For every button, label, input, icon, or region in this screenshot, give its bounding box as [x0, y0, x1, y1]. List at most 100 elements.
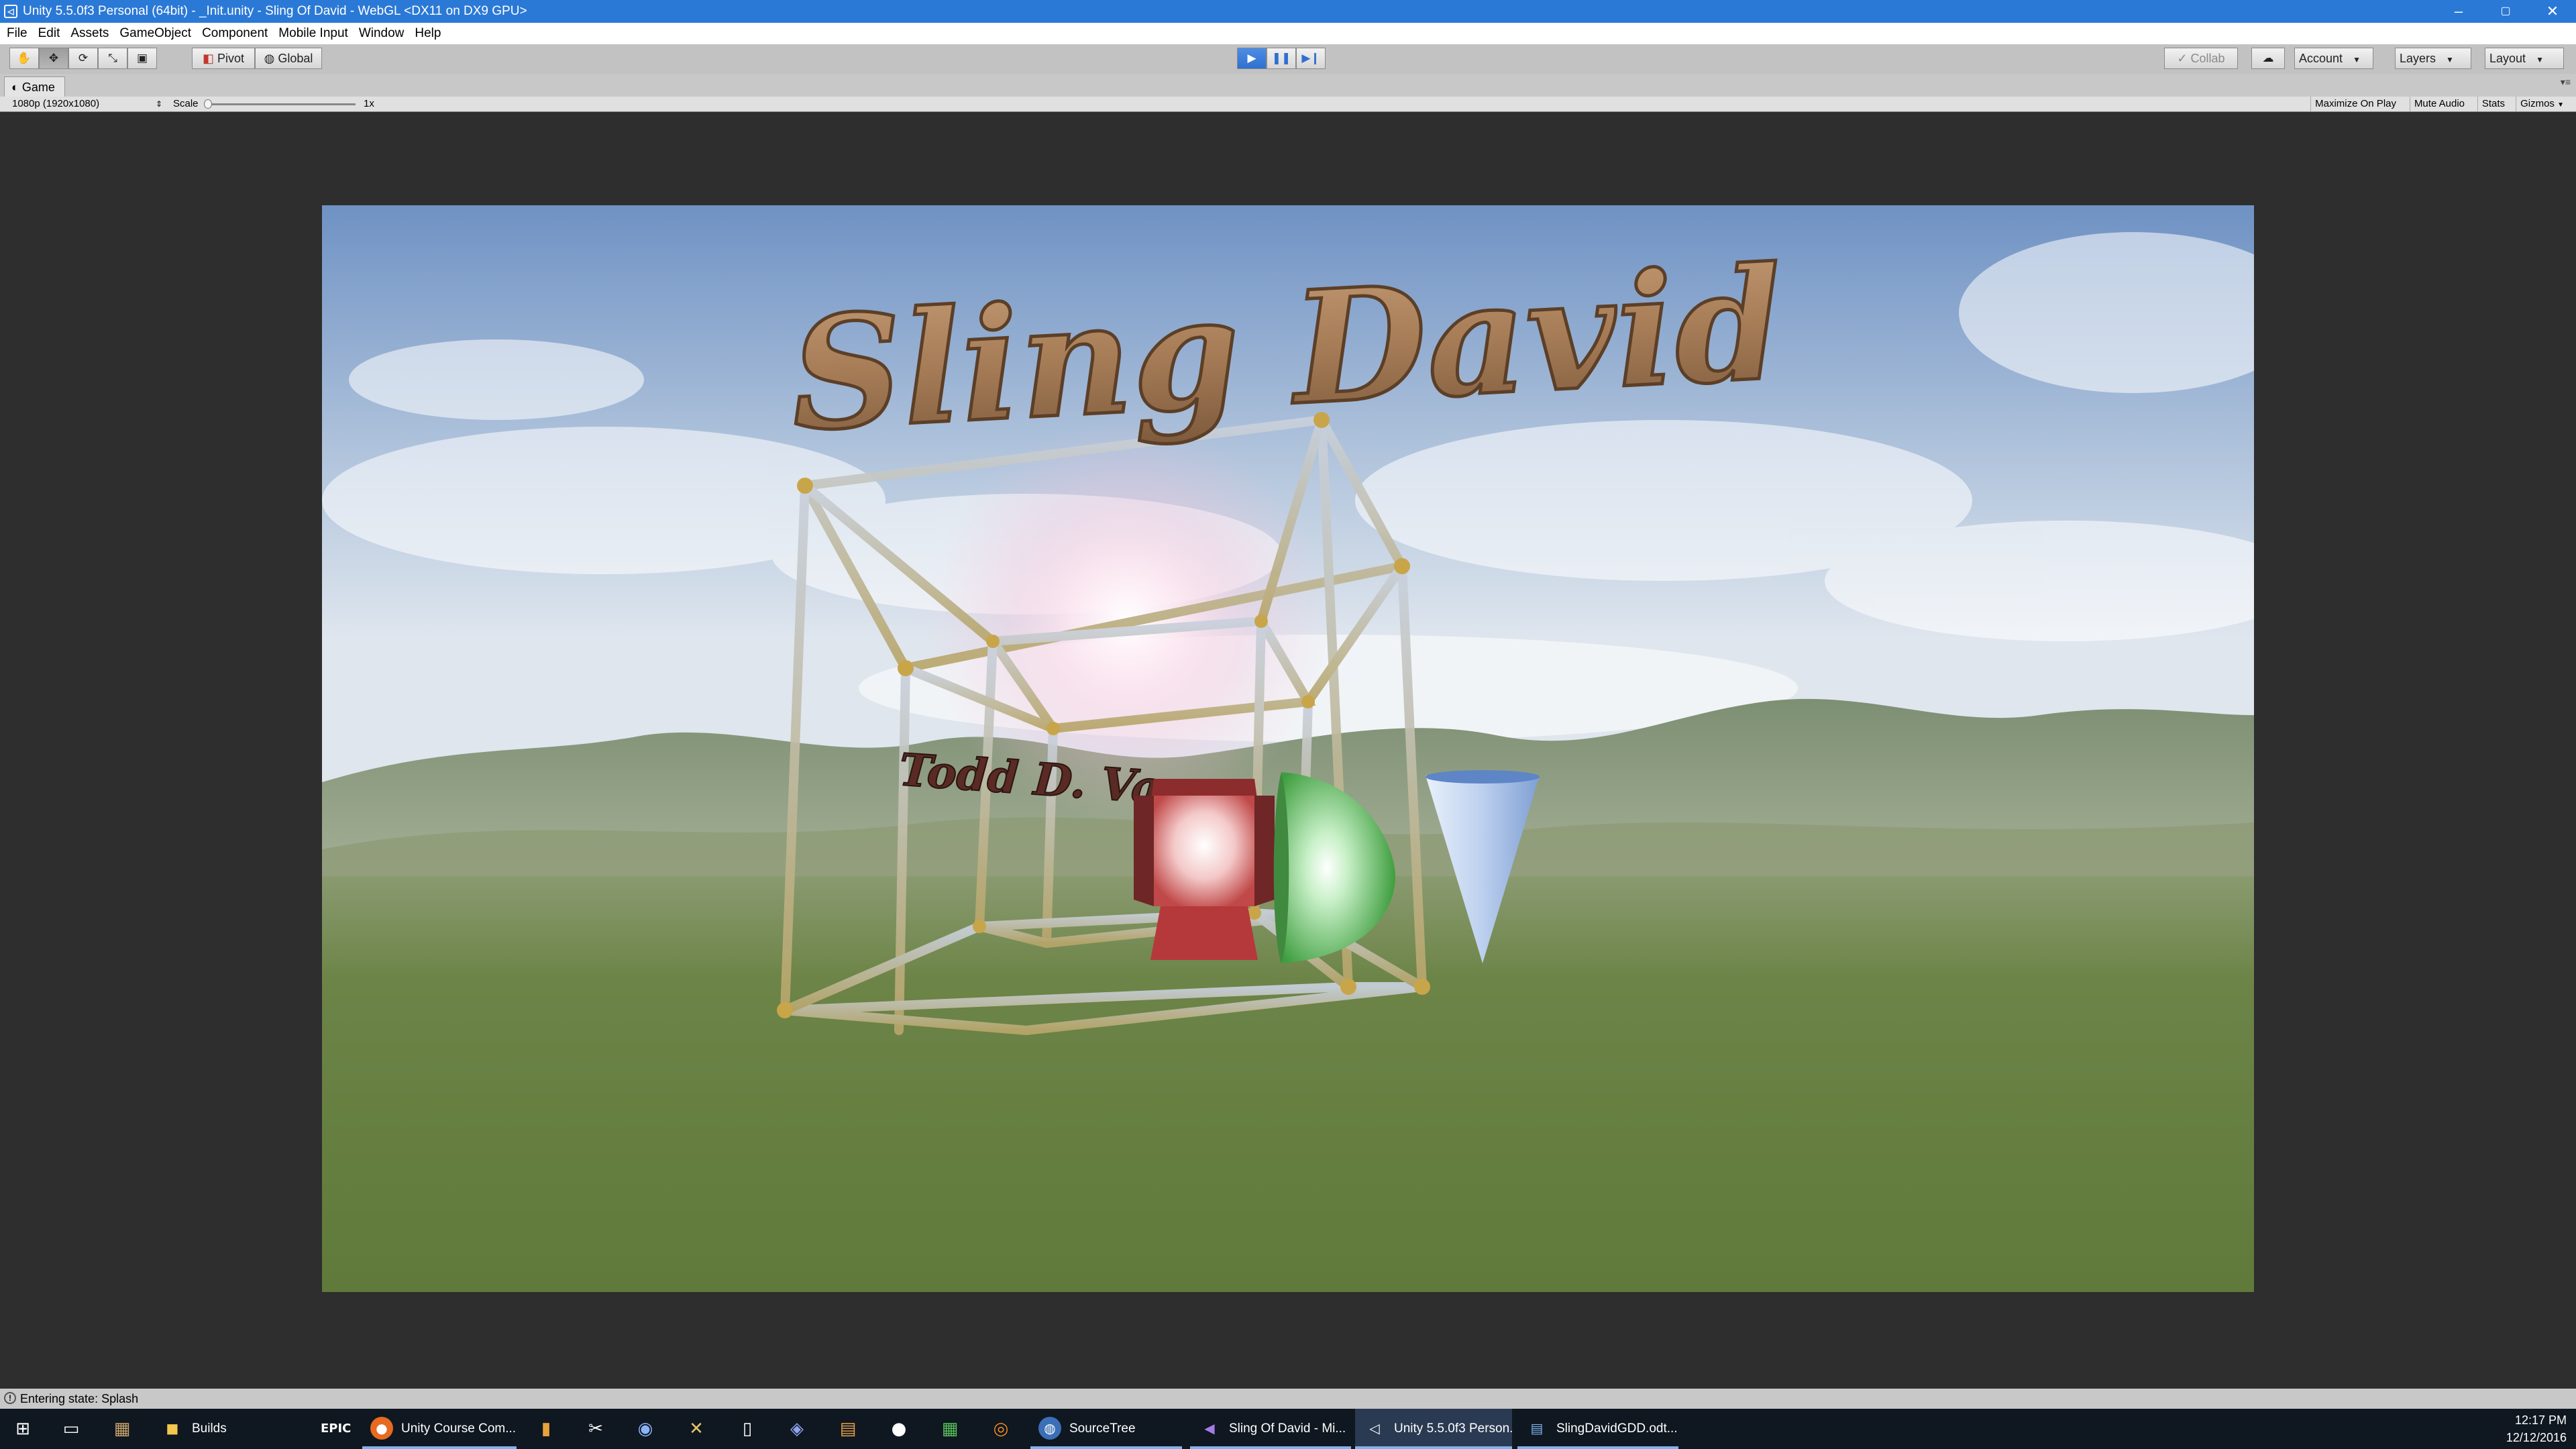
taskbar-app-sourcetree[interactable]: ◍ SourceTree [1030, 1409, 1182, 1449]
clock-time: 12:17 PM [2514, 1413, 2567, 1427]
game-controller-icon: ◐ [11, 80, 19, 94]
transform-tools: ✋ ✥ ⟳ ⤡ ▣ [9, 48, 157, 69]
archive-app-icon[interactable]: ▤ [833, 1414, 863, 1444]
pivot-icon: ◧ [202, 52, 214, 65]
menu-window[interactable]: Window [354, 23, 410, 44]
global-button[interactable]: ◍ Global [255, 48, 322, 69]
resolution-dropdown[interactable]: 1080p (1920x1080) [12, 97, 99, 111]
rect-tool-icon[interactable]: ▣ [127, 48, 157, 69]
spreadsheet-app-icon[interactable]: ▦ [935, 1414, 965, 1444]
menu-gameobject[interactable]: GameObject [114, 23, 197, 44]
menu-file[interactable]: File [0, 23, 33, 44]
step-icon: ▶❙ [1301, 52, 1320, 65]
chevron-updown-icon: ⇕ [156, 99, 163, 109]
collab-button[interactable]: ✓ Collab ▼ [2164, 48, 2238, 85]
globe-app-icon[interactable]: ◉ [631, 1414, 660, 1444]
task-view-icon[interactable]: ▭ [56, 1414, 86, 1444]
chevron-down-icon: ▼ [2536, 55, 2544, 64]
rotate-tool-icon[interactable]: ⟳ [68, 48, 98, 69]
move-tool-icon[interactable]: ✥ [39, 48, 68, 69]
system-clock[interactable]: 12:17 PM 12/12/2016 [2506, 1411, 2567, 1446]
github-icon[interactable]: ● [884, 1414, 914, 1444]
visual-studio-app-icon[interactable]: ◈ [782, 1414, 812, 1444]
taskbar-app-visual-studio[interactable]: ◀ Sling Of David - Mi... [1190, 1409, 1351, 1449]
folder-icon: ■ [166, 1420, 179, 1436]
scale-slider-handle[interactable] [204, 99, 212, 109]
restore-button[interactable]: ▢ [2482, 0, 2529, 23]
tab-options-icon[interactable]: ▾≡ [2561, 76, 2571, 88]
stats-toggle[interactable]: Stats [2477, 97, 2509, 111]
pause-icon: ❚❚ [1271, 52, 1291, 65]
globe-icon: ◍ [264, 52, 275, 65]
game-view: Sling David Todd D. Vance [0, 112, 2576, 1389]
visual-studio-icon: ◀ [1204, 1420, 1215, 1436]
menu-component[interactable]: Component [197, 23, 273, 44]
unity-icon: ◁ [1369, 1420, 1380, 1436]
chevron-down-icon: ▼ [2557, 101, 2564, 109]
taskbar-app-firefox[interactable]: ● Unity Course Com... [362, 1409, 517, 1449]
file-app-icon[interactable]: ▯ [733, 1414, 762, 1444]
chevron-down-icon: ▼ [2353, 55, 2361, 64]
minimize-button[interactable]: – [2435, 0, 2482, 23]
layers-label: Layers [2400, 52, 2436, 65]
taskbar-app-unity[interactable]: ◁ Unity 5.5.0f3 Person... [1355, 1409, 1512, 1449]
game-tab-bar: ◐ Game ▾≡ [0, 74, 2576, 97]
layout-dropdown[interactable]: Layout ▼ [2485, 48, 2564, 69]
maximize-on-play-toggle[interactable]: Maximize On Play [2310, 97, 2400, 111]
console-message[interactable]: Entering state: Splash [20, 1389, 138, 1409]
cloud-button[interactable]: ☁ [2251, 48, 2285, 69]
taskbar-app-label: Sling Of David - Mi... [1229, 1421, 1346, 1436]
hand-tool-icon[interactable]: ✋ [9, 48, 39, 69]
tab-game[interactable]: ◐ Game [4, 76, 65, 97]
menu-assets[interactable]: Assets [65, 23, 114, 44]
cloud-group: ☁ [2251, 48, 2285, 69]
title-bar: ◁ Unity 5.5.0f3 Personal (64bit) - _Init… [0, 0, 2576, 23]
epic-games-icon[interactable]: EPIC [321, 1414, 351, 1444]
taskbar-app-label: Builds [192, 1421, 227, 1436]
tool-app-icon[interactable]: ✂ [581, 1414, 610, 1444]
photo-app-icon[interactable]: ▦ [107, 1414, 137, 1444]
scale-value: 1x [364, 98, 374, 109]
mute-audio-toggle[interactable]: Mute Audio [2409, 97, 2469, 111]
tab-game-label: Game [21, 80, 55, 94]
firefox-icon: ● [370, 1417, 393, 1440]
taskbar-app-label: Unity Course Com... [401, 1421, 517, 1436]
taskbar-app-document[interactable]: ▤ SlingDavidGDD.odt... [1517, 1409, 1678, 1449]
menu-bar: File Edit Assets GameObject Component Mobile … [0, 23, 2576, 44]
status-bar: ! Entering state: Splash [0, 1389, 2576, 1409]
info-icon: ! [4, 1392, 16, 1404]
game-view-toolbar: 1080p (1920x1080) ⇕ Scale 1x Maximize On… [0, 97, 2576, 112]
layers-dropdown[interactable]: Layers ▼ [2395, 48, 2471, 69]
crossed-tools-icon[interactable]: ✕ [682, 1414, 711, 1444]
chevron-down-icon: ▼ [2446, 55, 2454, 64]
main-toolbar: ✋ ✥ ⟳ ⤡ ▣ ◧ Pivot ◍ Global ▶ ❚❚ ▶❙ ✓ Col… [0, 44, 2576, 85]
collab-group: ✓ Collab ▼ [2164, 48, 2238, 85]
blender-icon[interactable]: ◎ [986, 1414, 1016, 1444]
scale-slider[interactable] [208, 103, 356, 105]
gizmos-dropdown[interactable]: Gizmos ▼ [2516, 97, 2568, 111]
pivot-button[interactable]: ◧ Pivot [192, 48, 255, 69]
account-dropdown[interactable]: Account ▼ [2294, 48, 2373, 69]
layout-label: Layout [2489, 52, 2526, 65]
pause-button[interactable]: ❚❚ [1267, 48, 1296, 69]
play-icon: ▶ [1247, 52, 1256, 65]
windows-start-icon[interactable]: ⊞ [8, 1414, 38, 1444]
scale-tool-icon[interactable]: ⤡ [98, 48, 127, 69]
game-render[interactable]: Sling David Todd D. Vance [322, 205, 2254, 1292]
account-label: Account [2299, 52, 2343, 65]
document-icon: ▤ [1530, 1420, 1544, 1436]
menu-help[interactable]: Help [409, 23, 446, 44]
pivot-label: Pivot [217, 52, 245, 65]
layers-group: Layers ▼ [2395, 48, 2471, 69]
cloud-icon: ☁ [2262, 52, 2274, 65]
taskbar-app-label: Unity 5.5.0f3 Person... [1394, 1421, 1512, 1436]
unity-icon: ◁ [4, 5, 17, 18]
taskbar-app-builds[interactable]: ■ Builds [153, 1409, 260, 1449]
play-button[interactable]: ▶ [1237, 48, 1267, 69]
step-button[interactable]: ▶❙ [1296, 48, 1326, 69]
close-button[interactable]: ✕ [2529, 0, 2576, 23]
menu-edit[interactable]: Edit [33, 23, 66, 44]
account-group: Account ▼ [2294, 48, 2373, 69]
bottle-app-icon[interactable]: ▮ [531, 1414, 561, 1444]
menu-mobile-input[interactable]: Mobile Input [273, 23, 354, 44]
